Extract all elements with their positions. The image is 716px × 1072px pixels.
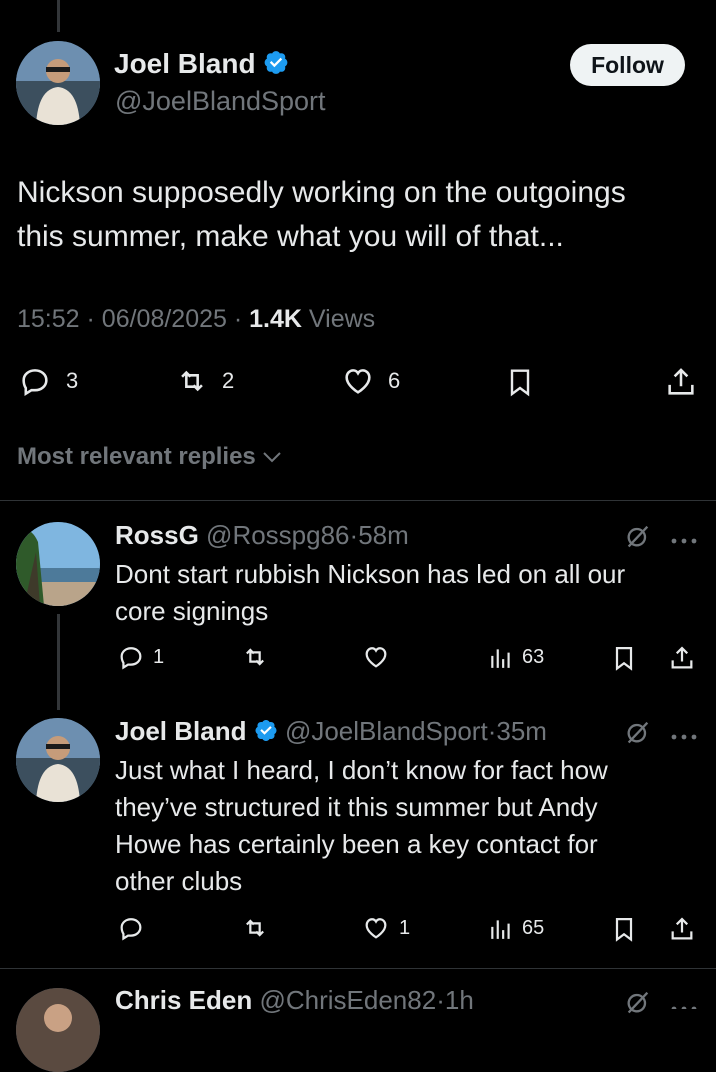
share-button[interactable] — [664, 364, 698, 400]
bookmark-icon — [504, 364, 536, 400]
repost-icon — [240, 643, 270, 671]
more-options-icon[interactable] — [670, 728, 698, 746]
views-button[interactable]: 65 — [488, 915, 544, 941]
like-icon — [361, 643, 391, 671]
bookmark-button[interactable] — [504, 364, 536, 400]
like-button[interactable]: 1 — [361, 914, 410, 942]
avatar[interactable] — [16, 522, 100, 606]
tweet-date[interactable]: 06/08/2025 — [102, 305, 227, 333]
avatar[interactable] — [16, 41, 100, 125]
follow-button[interactable]: Follow — [570, 44, 685, 86]
verified-badge-icon — [254, 718, 278, 749]
tweet-time[interactable]: 15:52 — [17, 305, 80, 333]
repost-button[interactable]: 2 — [174, 364, 234, 398]
reply-author-name[interactable]: Chris Eden — [115, 985, 252, 1015]
reply-time[interactable]: 58m — [358, 520, 409, 550]
reply-icon — [117, 914, 145, 942]
share-button[interactable] — [668, 914, 696, 944]
reply-author-name[interactable]: RossG — [115, 520, 199, 550]
reply-author-handle[interactable]: @Rosspg86 — [206, 520, 349, 550]
like-icon — [340, 364, 376, 398]
more-options-icon[interactable] — [670, 532, 698, 550]
like-icon — [361, 914, 391, 942]
grok-icon[interactable] — [624, 718, 652, 751]
reply-text: Dont start rubbish Nickson has led on al… — [115, 556, 710, 630]
avatar[interactable] — [16, 718, 100, 802]
like-button[interactable]: 6 — [340, 364, 400, 398]
grok-icon[interactable] — [624, 988, 652, 1021]
tweet-meta: 15:52 · 06/08/2025 · 1.4K Views — [17, 305, 375, 334]
bookmark-icon — [610, 914, 638, 944]
separator: · — [233, 305, 243, 333]
verified-badge-icon — [263, 49, 289, 82]
reply-header: RossG @Rosspg86·58m — [115, 520, 409, 551]
reply-header: Joel Bland @JoelBlandSport·35m — [115, 716, 547, 749]
views-count: 65 — [522, 916, 545, 939]
like-count: 6 — [388, 368, 401, 393]
reply-author-handle[interactable]: @ChrisEden82 — [259, 985, 436, 1015]
tweet-text: Nickson supposedly working on the outgoi… — [17, 171, 707, 259]
share-icon — [664, 364, 698, 400]
reply-count: 1 — [153, 645, 165, 668]
author-handle[interactable]: @JoelBlandSport — [115, 86, 326, 117]
thread-connector — [57, 614, 60, 710]
tweet-text-line: Nickson supposedly working on the outgoi… — [17, 176, 626, 209]
share-icon — [668, 914, 696, 944]
divider — [0, 500, 716, 501]
reply-button[interactable] — [117, 914, 145, 942]
reply-text-line: Dont start rubbish Nickson has led on al… — [115, 559, 626, 589]
like-count: 1 — [399, 916, 411, 939]
sort-label: Most relevant replies — [17, 443, 256, 470]
reply-text-line: other clubs — [115, 866, 243, 896]
analytics-icon — [488, 915, 514, 941]
separator: · — [349, 520, 359, 550]
author-name[interactable]: Joel Bland — [114, 48, 256, 79]
reply-button[interactable]: 1 — [117, 643, 164, 671]
divider — [0, 968, 716, 969]
grok-icon[interactable] — [624, 522, 652, 555]
reply-count: 3 — [66, 368, 79, 393]
reply-text-line: core signings — [115, 596, 269, 626]
chevron-down-icon — [262, 443, 282, 471]
bookmark-icon — [610, 643, 638, 673]
avatar[interactable] — [16, 988, 100, 1072]
views-label: Views — [308, 305, 376, 333]
sort-replies-dropdown[interactable]: Most relevant replies — [17, 443, 282, 471]
repost-icon — [174, 364, 210, 398]
reply-button[interactable]: 3 — [18, 364, 78, 398]
bookmark-button[interactable] — [610, 643, 638, 673]
views-button[interactable]: 63 — [488, 644, 544, 670]
reply-author-name[interactable]: Joel Bland — [115, 716, 246, 746]
reply-text-line: they’ve structured it this summer but An… — [115, 792, 598, 822]
views-count: 1.4K — [249, 305, 302, 333]
more-options-icon[interactable] — [670, 996, 698, 1014]
like-button[interactable] — [361, 643, 391, 671]
repost-icon — [240, 914, 270, 942]
tweet-text-line: this summer, make what you will of that.… — [17, 220, 564, 253]
reply-time[interactable]: 1h — [445, 985, 474, 1015]
bookmark-button[interactable] — [610, 914, 638, 944]
reply-header: Chris Eden @ChrisEden82·1h — [115, 985, 474, 1016]
share-button[interactable] — [668, 643, 696, 673]
reply-author-handle[interactable]: @JoelBlandSport — [285, 716, 488, 746]
repost-button[interactable] — [240, 643, 270, 671]
reply-icon — [18, 364, 52, 398]
separator: · — [436, 985, 445, 1015]
separator: · — [86, 305, 95, 333]
share-icon — [668, 643, 696, 673]
reply-icon — [117, 643, 145, 671]
views-count: 63 — [522, 645, 545, 668]
thread-connector-top — [57, 0, 60, 32]
analytics-icon — [488, 644, 514, 670]
reply-text-line: Just what I heard, I don’t know for fact… — [115, 755, 608, 785]
reply-text-line: Howe has certainly been a key contact fo… — [115, 829, 598, 859]
repost-count: 2 — [222, 368, 235, 393]
reply-time[interactable]: 35m — [496, 716, 547, 746]
repost-button[interactable] — [240, 914, 270, 942]
reply-text: Just what I heard, I don’t know for fact… — [115, 752, 710, 900]
